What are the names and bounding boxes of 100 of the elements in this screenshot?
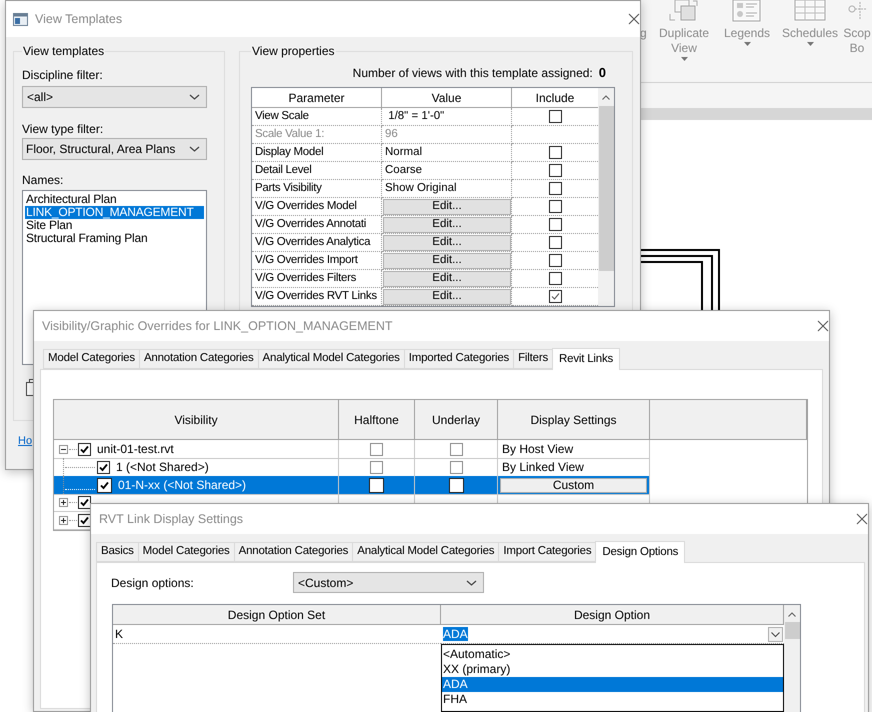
table-cell-text: Show Original — [384, 181, 457, 196]
dropdown-list[interactable]: <Automatic> XX (primary) ADA FHA — [441, 644, 784, 712]
edit-button[interactable]: Edit... — [383, 216, 511, 233]
tab[interactable]: Revit Links — [552, 348, 620, 370]
tab[interactable]: Import Categories — [498, 542, 596, 562]
table-cell-text: Normal — [384, 145, 422, 160]
checkbox[interactable] — [548, 182, 562, 196]
table-cell-text: 96 — [384, 127, 398, 142]
window-icon — [13, 12, 28, 26]
checkbox[interactable] — [370, 460, 383, 474]
checkbox[interactable] — [369, 478, 384, 492]
tab[interactable]: Design Options — [595, 541, 686, 563]
edit-button[interactable]: Edit... — [383, 234, 511, 251]
close-icon[interactable] — [856, 513, 868, 525]
table-cell: V/G Overrides Model — [252, 198, 382, 216]
scroll-up-icon — [788, 612, 796, 617]
field-label: Names: — [22, 173, 64, 187]
link-name[interactable]: unit-01-test.rvt — [97, 440, 174, 458]
checkbox[interactable] — [548, 218, 562, 232]
scroll-thumb[interactable] — [598, 106, 614, 271]
table-cell: V/G Overrides Analytica — [252, 234, 382, 252]
help-link[interactable]: Ho — [18, 433, 32, 450]
design-option-combo[interactable]: ADA — [443, 625, 784, 643]
edit-button[interactable]: Edit... — [383, 252, 511, 269]
list-item[interactable]: Structural Framing Plan — [25, 232, 204, 245]
caret-icon — [189, 146, 200, 152]
checkbox[interactable] — [450, 442, 462, 456]
selected-text: ADA — [443, 627, 468, 641]
column-header[interactable]: Value — [382, 88, 512, 108]
tab[interactable]: Analytical Model Categories — [258, 349, 404, 369]
count-label: Number of views with this template assigned: — [352, 65, 593, 82]
scrollbar[interactable] — [598, 88, 614, 306]
list-item[interactable]: LINK_OPTION_MANAGEMENT — [25, 206, 204, 219]
caret-icon — [189, 94, 200, 100]
dropdown-option[interactable]: ADA — [442, 677, 783, 692]
list-item[interactable]: Architectural Plan — [25, 193, 204, 206]
tab[interactable]: Model Categories — [43, 349, 139, 369]
dropdown-option[interactable]: XX (primary) — [442, 662, 783, 677]
checkbox[interactable] — [370, 442, 383, 456]
checkbox[interactable] — [97, 460, 110, 474]
scroll-thumb[interactable] — [784, 622, 800, 639]
dropdown-option[interactable]: <Automatic> — [442, 647, 783, 662]
table-cell-text: Coarse — [384, 163, 422, 178]
checkbox[interactable] — [448, 478, 464, 492]
table-cell: V/G Overrides RVT Links — [252, 288, 382, 306]
edit-button[interactable]: Edit... — [383, 288, 511, 305]
checkbox[interactable] — [78, 442, 91, 456]
edit-button[interactable]: Edit... — [383, 198, 511, 215]
scrollbar[interactable] — [784, 605, 800, 712]
checkbox[interactable] — [548, 236, 562, 250]
column-header[interactable]: Design Option Set — [113, 605, 441, 625]
checkbox[interactable] — [548, 254, 562, 268]
tab[interactable]: Basics — [96, 542, 138, 562]
column-header[interactable]: Underlay — [415, 400, 498, 439]
link-name[interactable]: 1 (<Not Shared>) — [116, 458, 209, 476]
field-label: Design options: — [111, 574, 195, 592]
column-header[interactable]: Parameter — [252, 88, 382, 108]
checkbox[interactable] — [548, 110, 562, 124]
discipline-dropdown[interactable]: <all> — [22, 86, 207, 108]
checkbox[interactable] — [548, 200, 562, 214]
tab[interactable]: Filters — [513, 349, 552, 369]
checkbox[interactable] — [450, 460, 462, 474]
tab[interactable]: Model Categories — [138, 542, 234, 562]
checkbox[interactable] — [548, 290, 562, 304]
dropdown-button[interactable] — [768, 626, 783, 642]
field-label: Discipline filter: — [22, 68, 104, 82]
column-header[interactable]: Design Option — [441, 605, 784, 625]
table-cell: View Scale — [252, 108, 382, 126]
table-cell: Parts Visibility — [252, 180, 382, 198]
tab[interactable]: Annotation Categories — [234, 542, 352, 562]
expand-toggle[interactable] — [59, 516, 68, 525]
checkbox[interactable] — [548, 164, 562, 178]
expand-toggle[interactable] — [59, 498, 68, 507]
scroll-up-icon — [602, 95, 610, 100]
checkbox[interactable] — [548, 146, 562, 160]
ribbon-label: Schedules — [782, 26, 838, 41]
checkbox[interactable] — [548, 272, 562, 286]
table-cell: V/G Overrides Annotati — [252, 216, 382, 234]
close-icon[interactable] — [628, 13, 640, 25]
table-cell: K — [113, 625, 441, 644]
list-item[interactable]: Site Plan — [25, 219, 204, 232]
column-header[interactable]: Halftone — [339, 400, 415, 439]
column-header[interactable]: Visibility — [54, 400, 339, 439]
close-icon[interactable] — [817, 320, 829, 332]
display-settings-button[interactable]: Custom — [500, 478, 647, 492]
ribbon-label: Duplicate — [658, 26, 710, 41]
checkbox[interactable] — [78, 496, 91, 509]
group-title: View templates — [22, 44, 106, 58]
legend-card-icon — [732, 0, 762, 22]
edit-button[interactable]: Edit... — [383, 270, 511, 287]
tab[interactable]: Imported Categories — [404, 349, 514, 369]
tab[interactable]: Annotation Categories — [138, 349, 258, 369]
view-type-dropdown[interactable]: Floor, Structural, Area Plans — [22, 138, 207, 160]
collapse-toggle[interactable] — [59, 444, 68, 454]
checkbox[interactable] — [97, 478, 112, 492]
dropdown-option[interactable]: FHA — [442, 692, 783, 707]
column-header[interactable]: Display Settings — [498, 400, 650, 439]
tab[interactable]: Analytical Model Categories — [352, 542, 498, 562]
checkbox[interactable] — [78, 514, 91, 527]
design-options-dropdown[interactable]: <Custom> — [293, 572, 484, 593]
